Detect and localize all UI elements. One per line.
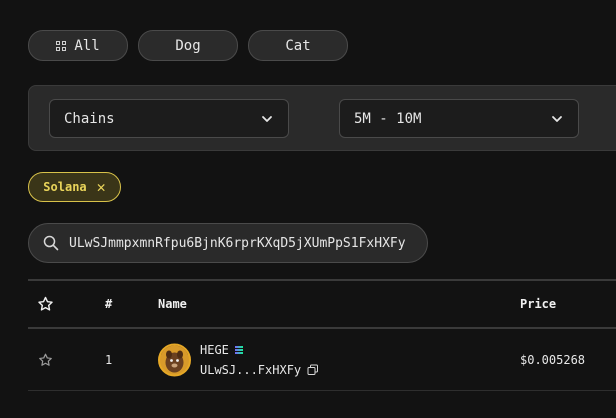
market-cap-dropdown[interactable]: 5M - 10M (339, 99, 579, 138)
tab-cat-label: Cat (285, 37, 311, 54)
close-icon[interactable]: ✕ (97, 179, 106, 195)
filter-chip-solana: Solana ✕ (28, 172, 121, 202)
chevron-down-icon (552, 115, 562, 122)
token-price: $0.005268 (520, 352, 586, 367)
grid-icon (56, 40, 67, 51)
tab-cat[interactable]: Cat (248, 30, 348, 61)
chevron-down-icon (262, 115, 272, 122)
chains-dropdown-value: Chains (64, 110, 115, 127)
tab-dog-label: Dog (175, 37, 201, 54)
solana-icon (234, 345, 243, 354)
table-row[interactable]: 1 HEGE ULwSJ...FxHXFy $0.005268 (28, 329, 616, 391)
price-column-header[interactable]: Price (520, 297, 556, 311)
tab-dog[interactable]: Dog (138, 30, 238, 61)
token-address: ULwSJ...FxHXFy (200, 362, 302, 377)
search-bar (28, 223, 428, 263)
filter-panel: Chains 5M - 10M (28, 85, 616, 151)
search-input[interactable] (69, 235, 419, 251)
market-cap-dropdown-value: 5M - 10M (354, 110, 422, 127)
tab-all[interactable]: All (28, 30, 128, 61)
star-icon[interactable] (37, 296, 54, 313)
category-tabs: All Dog Cat (28, 30, 348, 61)
token-name-cell: HEGE ULwSJ...FxHXFy (200, 340, 319, 380)
chains-dropdown[interactable]: Chains (49, 99, 289, 138)
rank-column-header[interactable]: # (105, 297, 112, 311)
token-name: HEGE (200, 342, 229, 357)
filter-chip-label: Solana (43, 180, 87, 194)
copy-icon[interactable] (307, 364, 319, 376)
search-icon (43, 235, 59, 251)
row-rank: 1 (105, 352, 113, 367)
token-avatar (158, 343, 191, 376)
star-icon[interactable] (38, 352, 53, 367)
tab-all-label: All (74, 37, 100, 54)
table-header: # Name Price (28, 279, 616, 329)
name-column-header[interactable]: Name (158, 297, 187, 311)
token-table: # Name Price 1 HEGE ULwSJ...FxHXFy $0.00… (28, 279, 616, 391)
